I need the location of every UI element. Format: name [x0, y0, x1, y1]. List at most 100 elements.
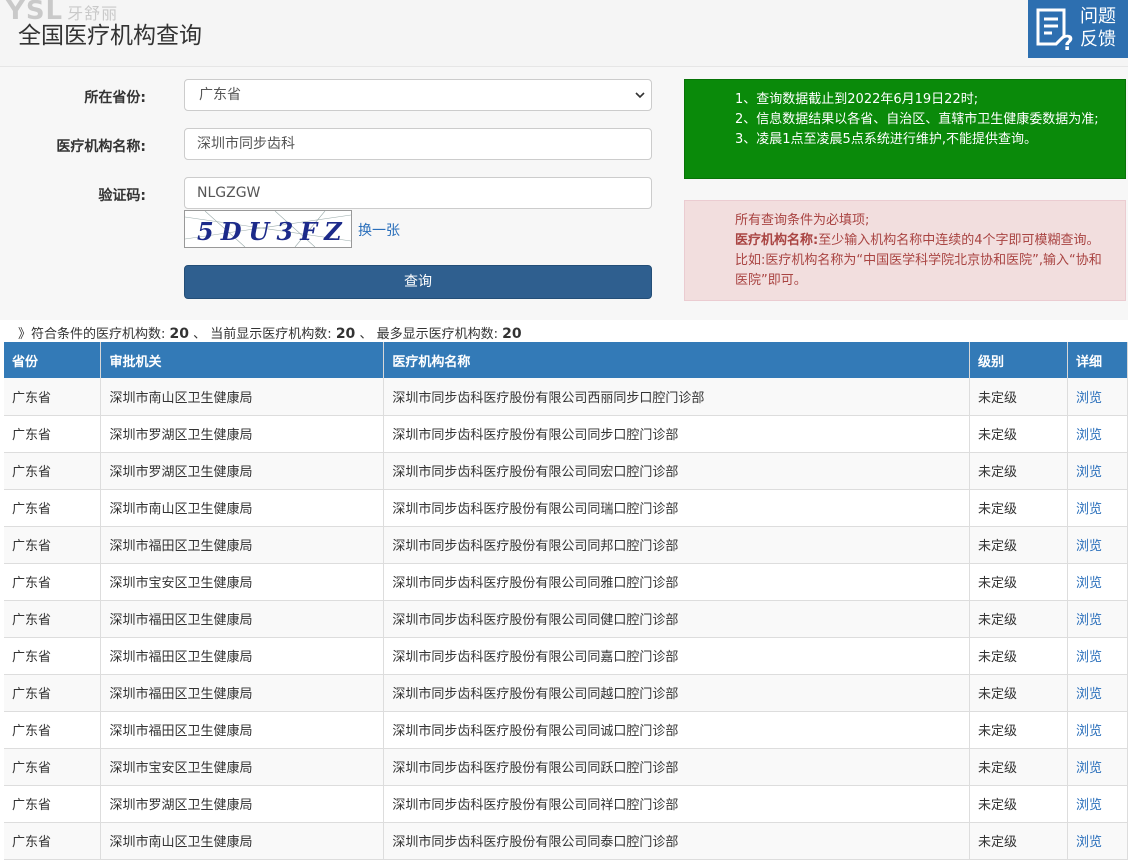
notice-info-box: 1、查询数据截止到2022年6月19日22时; 2、信息数据结果以各省、自治区、… [684, 79, 1126, 179]
cell-authority: 深圳市福田区卫生健康局 [100, 674, 385, 712]
table-row: 广东省 深圳市南山区卫生健康局 深圳市同步齿科医疗股份有限公司西丽同步口腔门诊部 未定… [4, 378, 1128, 416]
cell-authority: 深圳市罗湖区卫生健康局 [100, 415, 385, 453]
cell-authority: 深圳市宝安区卫生健康局 [100, 563, 385, 601]
detail-link[interactable]: 浏览 [1067, 785, 1128, 823]
captcha-input[interactable]: NLGZGW [184, 177, 652, 209]
feedback-button[interactable]: ? 问题 反馈 [1028, 0, 1128, 58]
cell-level: 未定级 [969, 452, 1068, 490]
table-row: 广东省 深圳市罗湖区卫生健康局 深圳市同步齿科医疗股份有限公司同祥口腔门诊部 未定级浏… [4, 785, 1128, 823]
cell-level: 未定级 [969, 489, 1068, 527]
cell-authority: 深圳市福田区卫生健康局 [100, 637, 385, 675]
cell-province: 广东省 [4, 711, 102, 749]
detail-link[interactable]: 浏览 [1067, 489, 1128, 527]
cell-level: 未定级 [969, 378, 1068, 416]
table-row: 广东省 深圳市福田区卫生健康局 深圳市同步齿科医疗股份有限公司同嘉口腔门诊部 未定级浏… [4, 637, 1128, 675]
requirements-detail: 医疗机构名称:至少输入机构名称中连续的4个字即可模糊查询。比如:医疗机构名称为“… [735, 233, 1102, 288]
institution-name-input[interactable]: 深圳市同步齿科 [184, 128, 652, 160]
cell-institution: 深圳市同步齿科医疗股份有限公司同嘉口腔门诊部 [383, 637, 971, 675]
captcha-text: 5DU3FZ [197, 217, 349, 246]
matched-count: 20 [169, 326, 190, 342]
table-row: 广东省 深圳市福田区卫生健康局 深圳市同步齿科医疗股份有限公司同邦口腔门诊部 未定级浏… [4, 526, 1128, 564]
watermark-logo: YSL 牙舒丽 [6, 0, 119, 26]
table-row: 广东省 深圳市罗湖区卫生健康局 深圳市同步齿科医疗股份有限公司同宏口腔门诊部 未定级浏… [4, 452, 1128, 490]
cell-level: 未定级 [969, 785, 1068, 823]
requirements-line: 所有查询条件为必填项; [735, 213, 870, 228]
query-button[interactable]: 查询 [184, 265, 652, 299]
cell-province: 广东省 [4, 822, 102, 860]
notice-line: 1、查询数据截止到2022年6月19日22时; [735, 92, 979, 107]
detail-link[interactable]: 浏览 [1067, 378, 1128, 416]
province-select[interactable]: 广东省 [184, 79, 652, 111]
chevron-down-icon [635, 92, 645, 99]
cell-authority: 深圳市福田区卫生健康局 [100, 711, 385, 749]
detail-link[interactable]: 浏览 [1067, 600, 1128, 638]
cell-authority: 深圳市南山区卫生健康局 [100, 489, 385, 527]
header-authority[interactable]: 审批机关 [100, 342, 385, 378]
cell-institution: 深圳市同步齿科医疗股份有限公司西丽同步口腔门诊部 [383, 378, 971, 416]
cell-level: 未定级 [969, 822, 1068, 860]
result-summary: 》符合条件的医疗机构数: 20 、 当前显示医疗机构数: 20 、 最多显示医疗… [18, 326, 522, 342]
table-row: 广东省 深圳市宝安区卫生健康局 深圳市同步齿科医疗股份有限公司同跃口腔门诊部 未定级浏… [4, 748, 1128, 786]
cell-province: 广东省 [4, 563, 102, 601]
cell-province: 广东省 [4, 637, 102, 675]
table-row: 广东省 深圳市宝安区卫生健康局 深圳市同步齿科医疗股份有限公司同雅口腔门诊部 未定级浏… [4, 563, 1128, 601]
detail-link[interactable]: 浏览 [1067, 711, 1128, 749]
detail-link[interactable]: 浏览 [1067, 452, 1128, 490]
province-label: 所在省份: [84, 90, 146, 106]
detail-link[interactable]: 浏览 [1067, 637, 1128, 675]
header-level[interactable]: 级别 [969, 342, 1068, 378]
cell-institution: 深圳市同步齿科医疗股份有限公司同越口腔门诊部 [383, 674, 971, 712]
cell-institution: 深圳市同步齿科医疗股份有限公司同健口腔门诊部 [383, 600, 971, 638]
captcha-image[interactable]: 5DU3FZ [184, 210, 352, 248]
detail-link[interactable]: 浏览 [1067, 563, 1128, 601]
cell-authority: 深圳市南山区卫生健康局 [100, 822, 385, 860]
captcha-label: 验证码: [98, 188, 146, 204]
feedback-icon: ? [1036, 8, 1074, 52]
header-province[interactable]: 省份 [4, 342, 102, 378]
page-header: 全国医疗机构查询 ? 问题 反馈 [0, 0, 1128, 67]
cell-institution: 深圳市同步齿科医疗股份有限公司同步口腔门诊部 [383, 415, 971, 453]
cell-institution: 深圳市同步齿科医疗股份有限公司同邦口腔门诊部 [383, 526, 971, 564]
cell-institution: 深圳市同步齿科医疗股份有限公司同跃口腔门诊部 [383, 748, 971, 786]
svg-text:?: ? [1062, 31, 1074, 52]
detail-link[interactable]: 浏览 [1067, 822, 1128, 860]
detail-link[interactable]: 浏览 [1067, 526, 1128, 564]
detail-link[interactable]: 浏览 [1067, 415, 1128, 453]
header-detail[interactable]: 详细 [1067, 342, 1128, 378]
table-row: 广东省 深圳市福田区卫生健康局 深圳市同步齿科医疗股份有限公司同健口腔门诊部 未定级浏… [4, 600, 1128, 638]
cell-institution: 深圳市同步齿科医疗股份有限公司同雅口腔门诊部 [383, 563, 971, 601]
table-row: 广东省 深圳市南山区卫生健康局 深圳市同步齿科医疗股份有限公司同瑞口腔门诊部 未定级浏… [4, 489, 1128, 527]
max-count: 20 [502, 326, 522, 342]
cell-institution: 深圳市同步齿科医疗股份有限公司同诚口腔门诊部 [383, 711, 971, 749]
notice-line: 2、信息数据结果以各省、自治区、直辖市卫生健康委数据为准; [735, 112, 1099, 127]
table-row: 广东省 深圳市福田区卫生健康局 深圳市同步齿科医疗股份有限公司同越口腔门诊部 未定级浏… [4, 674, 1128, 712]
query-form: 所在省份: 广东省 医疗机构名称: 深圳市同步齿科 验证码: NLGZGW 5D… [0, 67, 1128, 320]
cell-institution: 深圳市同步齿科医疗股份有限公司同祥口腔门诊部 [383, 785, 971, 823]
cell-level: 未定级 [969, 563, 1068, 601]
cell-province: 广东省 [4, 526, 102, 564]
cell-level: 未定级 [969, 674, 1068, 712]
results-table: 省份 审批机关 医疗机构名称 级别 详细 广东省 深圳市南山区卫生健康局 深圳市同步… [4, 342, 1128, 860]
table-row: 广东省 深圳市南山区卫生健康局 深圳市同步齿科医疗股份有限公司同泰口腔门诊部 未定级浏… [4, 822, 1128, 860]
refresh-captcha-link[interactable]: 换一张 [358, 220, 400, 240]
cell-province: 广东省 [4, 674, 102, 712]
table-row: 广东省 深圳市罗湖区卫生健康局 深圳市同步齿科医疗股份有限公司同步口腔门诊部 未定级浏… [4, 415, 1128, 453]
cell-province: 广东省 [4, 785, 102, 823]
notice-line: 3、凌晨1点至凌晨5点系统进行维护,不能提供查询。 [735, 132, 1037, 147]
cell-province: 广东省 [4, 748, 102, 786]
cell-province: 广东省 [4, 600, 102, 638]
cell-level: 未定级 [969, 637, 1068, 675]
cell-institution: 深圳市同步齿科医疗股份有限公司同宏口腔门诊部 [383, 452, 971, 490]
cell-level: 未定级 [969, 711, 1068, 749]
cell-level: 未定级 [969, 415, 1068, 453]
table-header-row: 省份 审批机关 医疗机构名称 级别 详细 [4, 342, 1128, 378]
detail-link[interactable]: 浏览 [1067, 674, 1128, 712]
table-row: 广东省 深圳市福田区卫生健康局 深圳市同步齿科医疗股份有限公司同诚口腔门诊部 未定级浏… [4, 711, 1128, 749]
detail-link[interactable]: 浏览 [1067, 748, 1128, 786]
cell-authority: 深圳市福田区卫生健康局 [100, 600, 385, 638]
cell-authority: 深圳市罗湖区卫生健康局 [100, 785, 385, 823]
cell-authority: 深圳市福田区卫生健康局 [100, 526, 385, 564]
cell-institution: 深圳市同步齿科医疗股份有限公司同瑞口腔门诊部 [383, 489, 971, 527]
cell-level: 未定级 [969, 600, 1068, 638]
header-institution[interactable]: 医疗机构名称 [383, 342, 971, 378]
